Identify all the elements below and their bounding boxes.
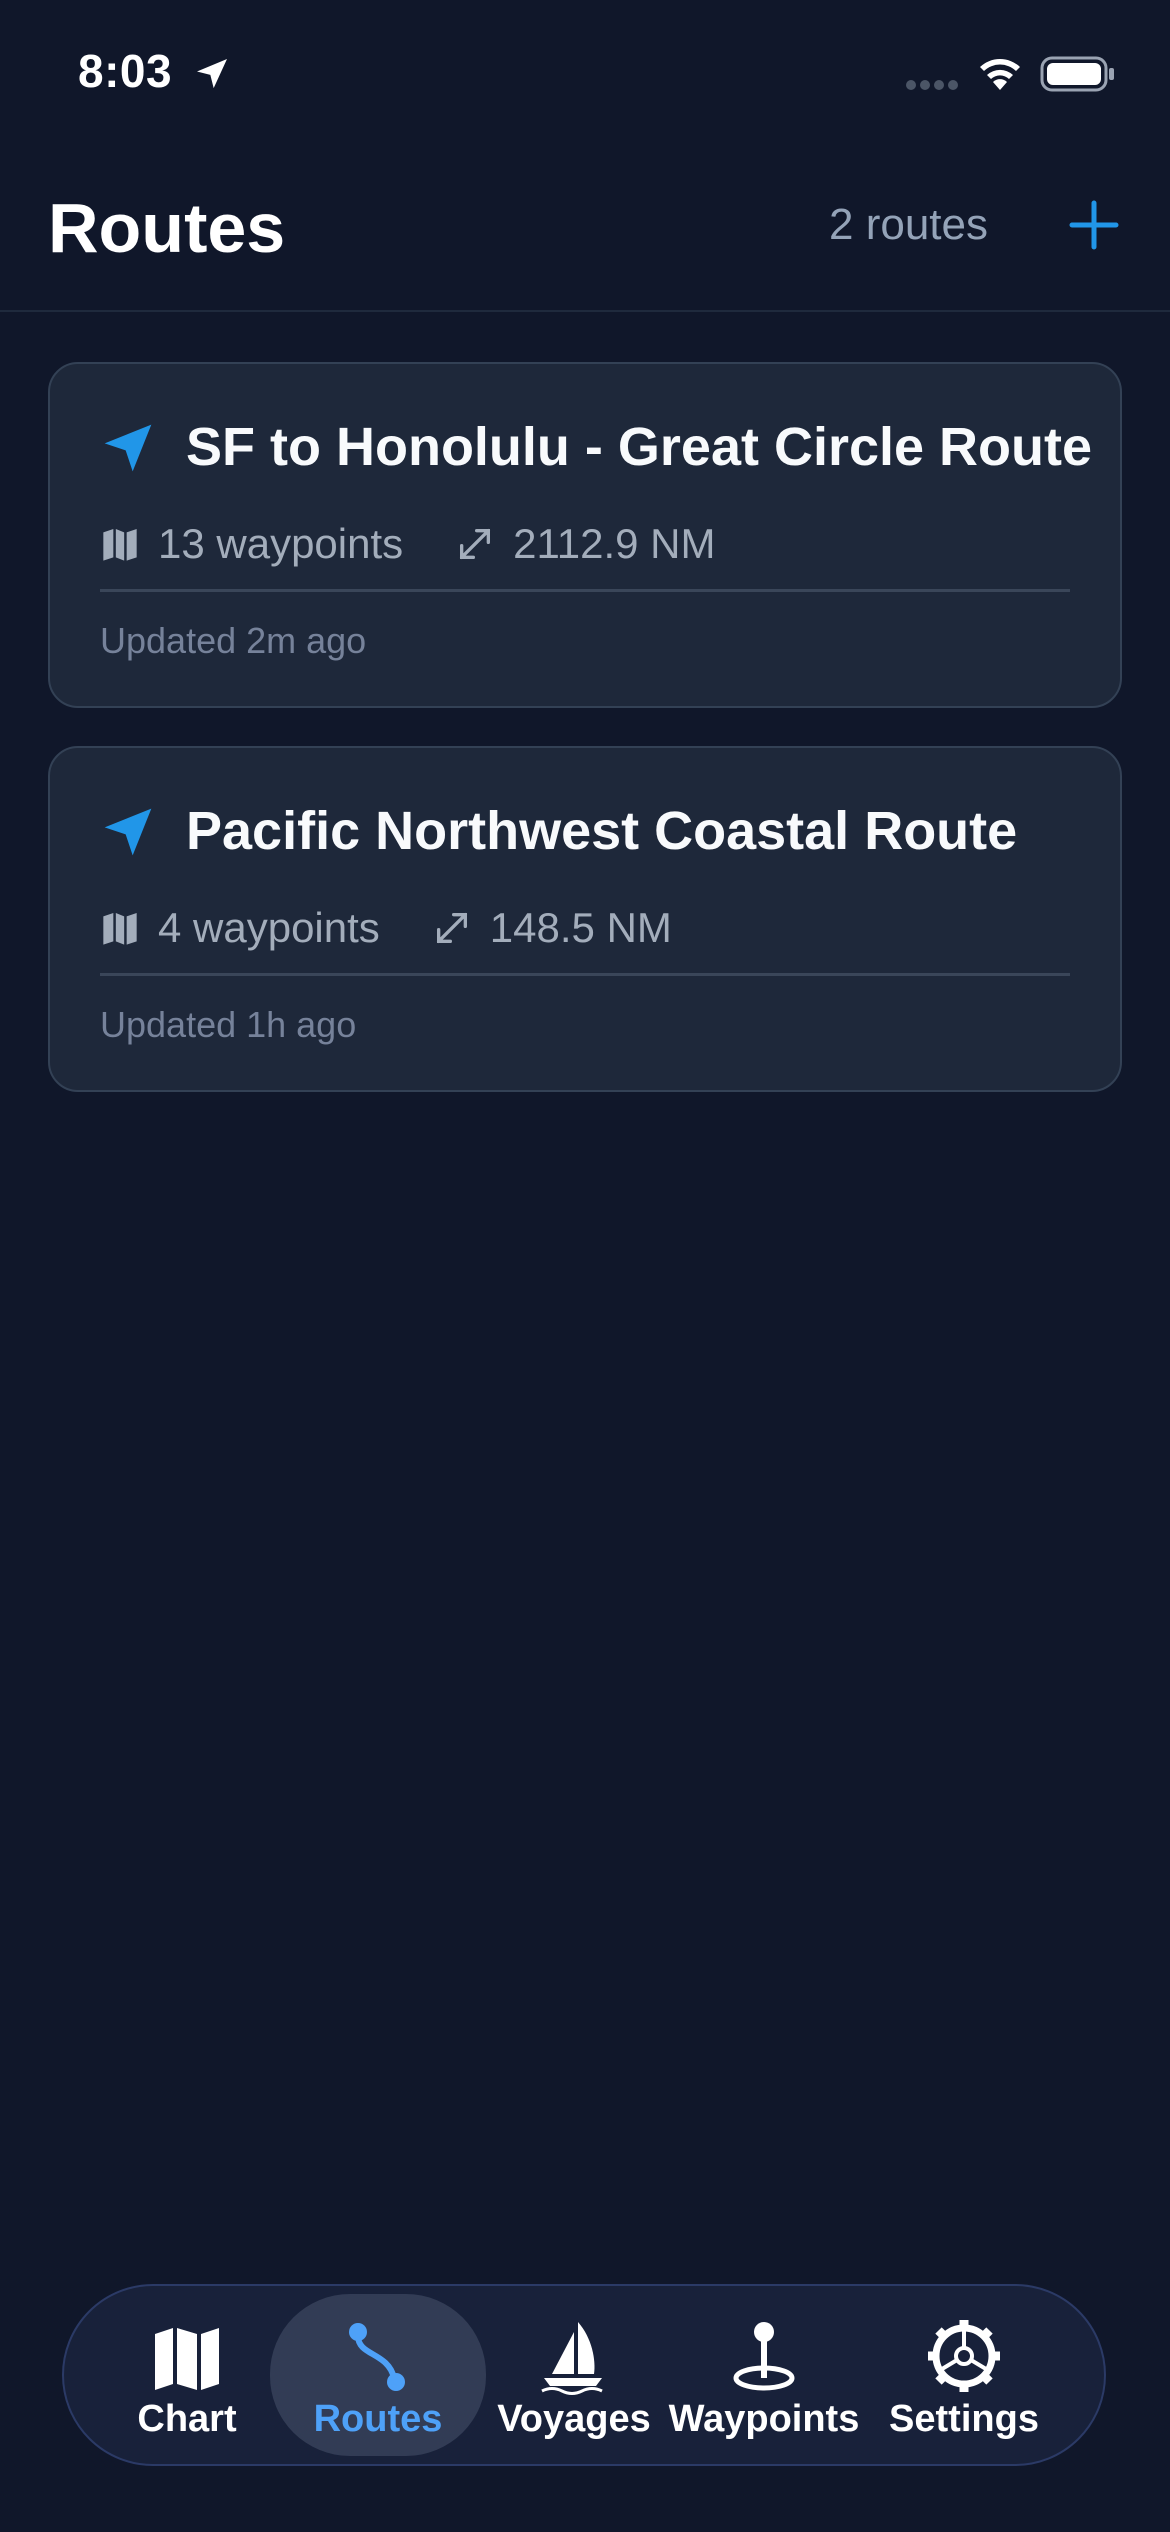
pin-icon: [733, 2322, 795, 2391]
route-meta: 13 waypoints 2112.9 NM: [100, 516, 716, 572]
tab-label: Settings: [889, 2398, 1039, 2440]
location-arrow-icon: [197, 59, 227, 89]
plus-icon: [1069, 200, 1119, 250]
updated-time: Updated 2m ago: [100, 620, 367, 661]
tab-settings[interactable]: Settings: [876, 2294, 1052, 2456]
map-icon: [103, 529, 137, 561]
tab-label: Waypoints: [668, 2398, 860, 2440]
tab-routes[interactable]: Routes: [270, 2294, 486, 2456]
routes-screen: 8:03 Routes 2 routes SF to Honolulu - Gr…: [0, 0, 1170, 2532]
battery-icon: [1040, 56, 1114, 92]
tab-label: Routes: [313, 2398, 443, 2440]
route-name: Pacific Northwest Coastal Route: [186, 801, 1018, 861]
distance-arrows-icon: [460, 529, 491, 559]
route-distance: 2112.9 NM: [513, 520, 716, 567]
route-name: SF to Honolulu - Great Circle Route: [186, 417, 1093, 477]
updated-time: Updated 1h ago: [100, 1004, 357, 1045]
tab-label: Chart: [137, 2398, 237, 2440]
cellular-signal-icon: [906, 80, 958, 90]
route-card[interactable]: SF to Honolulu - Great Circle Route 13 w…: [48, 362, 1122, 708]
route-meta: 4 waypoints 148.5 NM: [100, 900, 672, 956]
tab-voyages[interactable]: Voyages: [494, 2294, 654, 2456]
tab-label: Voyages: [497, 2398, 651, 2440]
status-time: 8:03: [78, 45, 173, 97]
page-title: Routes: [48, 189, 286, 267]
add-route-button[interactable]: [1062, 188, 1126, 262]
tab-waypoints[interactable]: Waypoints: [664, 2294, 864, 2456]
route-distance: 148.5 NM: [489, 904, 672, 951]
route-card[interactable]: Pacific Northwest Coastal Route 4 waypoi…: [48, 746, 1122, 1092]
card-divider: [100, 973, 1070, 976]
navigation-arrow-icon: [104, 424, 152, 472]
route-icon: [349, 2323, 405, 2391]
waypoint-count: 4 waypoints: [158, 904, 380, 951]
route-count: 2 routes: [829, 200, 988, 249]
tab-bar: Chart Routes Voyages Waypoints Settings: [62, 2284, 1106, 2466]
sailboat-icon: [541, 2322, 603, 2395]
wifi-icon: [980, 59, 1020, 90]
route-list: SF to Honolulu - Great Circle Route 13 w…: [48, 362, 1122, 1130]
map-icon: [103, 913, 137, 945]
navigation-arrow-icon: [104, 808, 152, 856]
distance-arrows-icon: [436, 913, 467, 943]
header: Routes 2 routes: [0, 150, 1170, 312]
status-bar: 8:03: [0, 0, 1170, 150]
tab-chart[interactable]: Chart: [112, 2294, 262, 2456]
map-icon: [155, 2328, 219, 2390]
card-divider: [100, 589, 1070, 592]
waypoint-count: 13 waypoints: [158, 520, 404, 567]
gear-icon: [928, 2320, 1000, 2392]
